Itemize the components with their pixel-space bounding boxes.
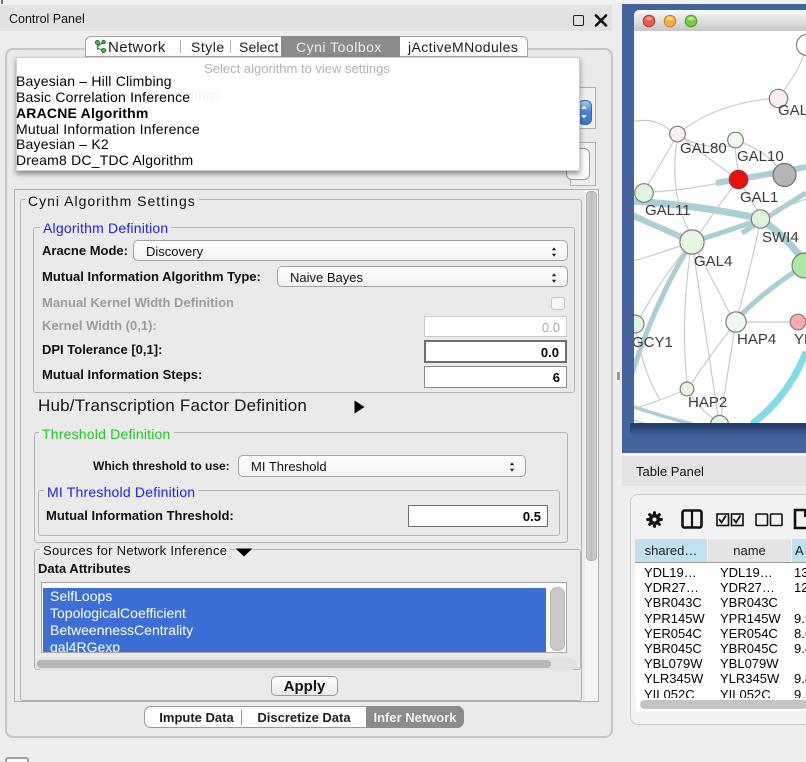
svg-text:SWI4: SWI4 [762,229,799,246]
svg-text:GAL1: GAL1 [740,189,778,206]
svg-text:GAL4: GAL4 [694,253,732,270]
svg-text:HAP2: HAP2 [688,394,727,411]
svg-text:GAL10: GAL10 [737,148,784,165]
svg-text:GAL80: GAL80 [680,140,727,157]
svg-text:GAL11: GAL11 [645,202,691,219]
svg-text:GAL7: GAL7 [778,102,806,119]
svg-text:HAP4: HAP4 [737,331,776,348]
svg-text:YK: YK [794,331,806,348]
svg-text:GCY1: GCY1 [634,334,673,351]
